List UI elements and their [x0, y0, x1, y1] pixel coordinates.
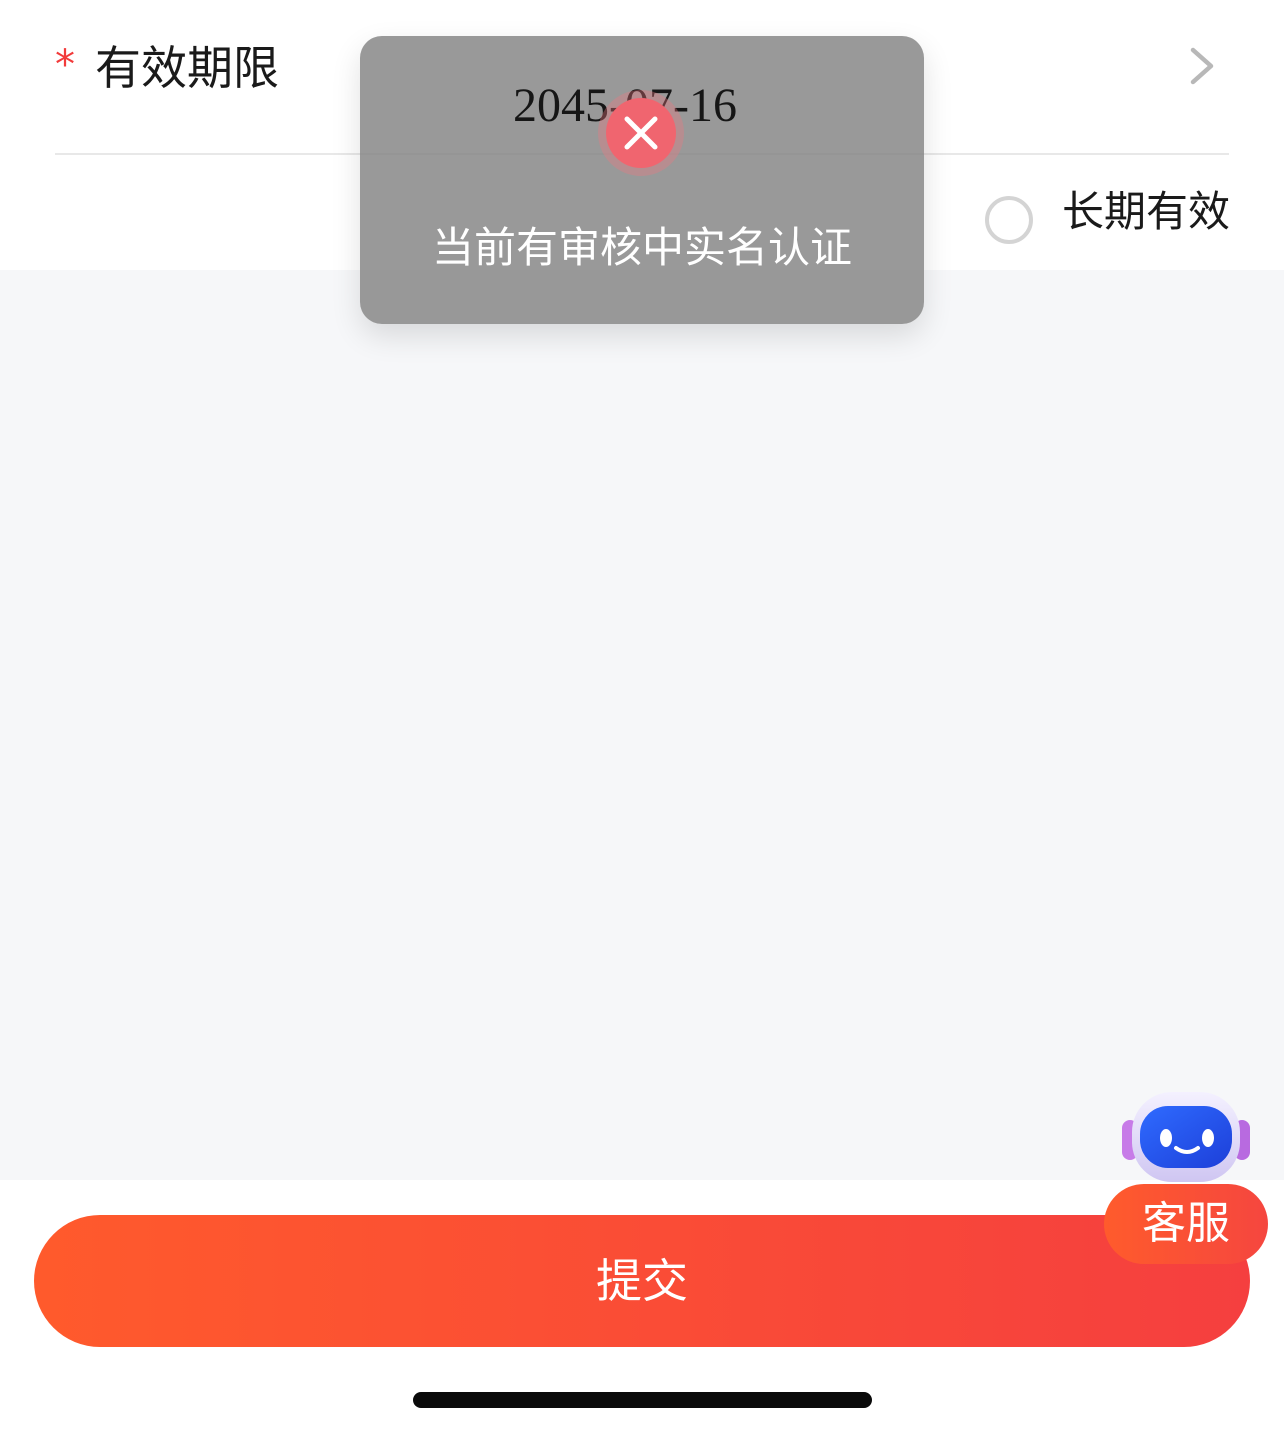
- page: * 有效期限 长期有效 2045-07-16 当前有审核中实名认证 提交: [0, 0, 1284, 1432]
- customer-service-widget[interactable]: 客服: [1104, 1088, 1270, 1268]
- long-term-option[interactable]: 长期有效: [985, 180, 1235, 250]
- expiry-date-label: 有效期限: [95, 41, 279, 95]
- close-icon: [624, 116, 658, 150]
- long-term-radio[interactable]: [985, 196, 1033, 244]
- required-mark: *: [55, 42, 75, 88]
- toast-message: 当前有审核中实名认证: [431, 223, 852, 272]
- submit-button[interactable]: 提交: [34, 1215, 1250, 1347]
- error-toast: 2045-07-16 当前有审核中实名认证: [360, 36, 924, 324]
- customer-service-button[interactable]: 客服: [1104, 1184, 1268, 1264]
- robot-icon[interactable]: [1118, 1088, 1254, 1188]
- long-term-label: 长期有效: [1062, 187, 1231, 236]
- content-area: [0, 270, 1284, 1180]
- chevron-right-icon[interactable]: [1183, 42, 1223, 90]
- error-icon: [598, 90, 684, 176]
- home-indicator[interactable]: [413, 1392, 872, 1408]
- error-icon-circle: [606, 98, 676, 168]
